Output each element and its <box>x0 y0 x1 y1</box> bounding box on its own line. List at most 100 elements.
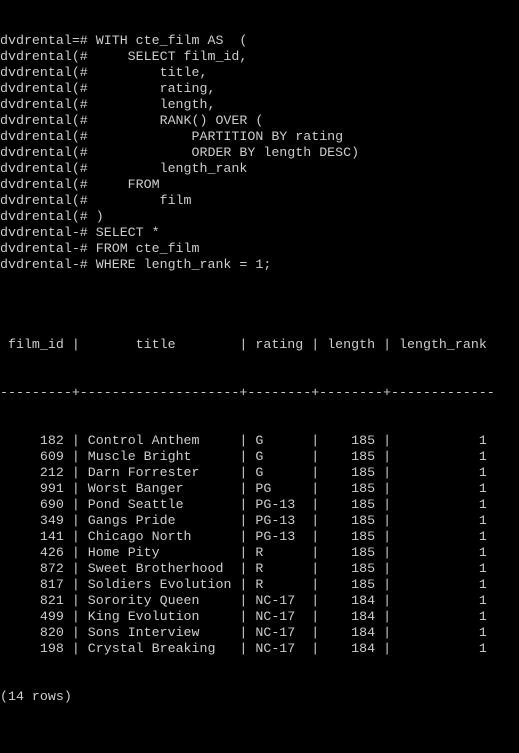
column-header-length: length <box>319 337 384 352</box>
cell-title: King Evolution <box>79 609 240 624</box>
cell-rating: NC-17 <box>247 625 312 640</box>
cell-length-rank: 1 <box>391 449 495 464</box>
psql-prompt: dvdrental(# <box>0 113 96 128</box>
column-divider: | <box>383 577 392 592</box>
column-divider: | <box>71 625 80 640</box>
sql-text: SELECT film_id, <box>95 49 248 64</box>
column-divider: | <box>383 545 392 560</box>
query-line: dvdrental(# length_rank <box>0 161 519 177</box>
cell-length-rank: 1 <box>391 465 495 480</box>
column-divider: | <box>383 609 392 624</box>
cell-length: 184 <box>319 593 384 608</box>
cell-film-id: 821 <box>0 593 72 608</box>
query-line: dvdrental(# ORDER BY length DESC) <box>0 145 519 161</box>
cell-length-rank: 1 <box>391 545 495 560</box>
cell-length-rank: 1 <box>391 577 495 592</box>
sql-text: length_rank <box>95 161 248 176</box>
cell-title: Gangs Pride <box>79 513 240 528</box>
cell-rating: R <box>247 545 312 560</box>
sql-text: WITH cte_film AS ( <box>95 33 248 48</box>
cell-film-id: 349 <box>0 513 72 528</box>
psql-prompt: dvdrental=# <box>0 33 96 48</box>
cell-length: 185 <box>319 497 384 512</box>
column-divider: | <box>71 593 80 608</box>
cell-film-id: 212 <box>0 465 72 480</box>
table-header-row: film_id | title | rating | length | leng… <box>0 337 519 353</box>
query-line: dvdrental-# FROM cte_film <box>0 241 519 257</box>
query-line: dvdrental=# WITH cte_film AS ( <box>0 33 519 49</box>
cell-length-rank: 1 <box>391 561 495 576</box>
table-row: 609 | Muscle Bright | G | 185 | 1 <box>0 449 519 465</box>
cell-film-id: 426 <box>0 545 72 560</box>
cell-rating: PG-13 <box>247 529 312 544</box>
cell-title: Sorority Queen <box>79 593 240 608</box>
column-divider: | <box>71 481 80 496</box>
table-row: 499 | King Evolution | NC-17 | 184 | 1 <box>0 609 519 625</box>
column-divider: | <box>71 337 80 352</box>
query-line: dvdrental(# FROM <box>0 177 519 193</box>
psql-prompt: dvdrental-# <box>0 241 96 256</box>
cell-length: 185 <box>319 465 384 480</box>
psql-prompt: dvdrental(# <box>0 145 96 160</box>
cell-length-rank: 1 <box>391 529 495 544</box>
column-divider: | <box>383 513 392 528</box>
sql-text: FROM <box>95 177 160 192</box>
psql-prompt: dvdrental(# <box>0 177 96 192</box>
column-header-length-rank: length_rank <box>391 337 495 352</box>
column-divider: | <box>383 433 392 448</box>
sql-text: WHERE length_rank = 1; <box>95 257 272 272</box>
query-line: dvdrental-# SELECT * <box>0 225 519 241</box>
column-divider: | <box>71 609 80 624</box>
psql-prompt: dvdrental-# <box>0 225 96 240</box>
cell-length: 184 <box>319 625 384 640</box>
cell-film-id: 872 <box>0 561 72 576</box>
cell-film-id: 141 <box>0 529 72 544</box>
column-divider: | <box>383 449 392 464</box>
sql-text: ORDER BY length DESC) <box>95 145 360 160</box>
table-row: 426 | Home Pity | R | 185 | 1 <box>0 545 519 561</box>
table-row: 817 | Soldiers Evolution | R | 185 | 1 <box>0 577 519 593</box>
sql-query-block: dvdrental=# WITH cte_film AS ( dvdrental(… <box>0 33 519 273</box>
column-divider: | <box>383 641 392 656</box>
table-row: 690 | Pond Seattle | PG-13 | 185 | 1 <box>0 497 519 513</box>
cell-length-rank: 1 <box>391 625 495 640</box>
cell-length: 184 <box>319 609 384 624</box>
cell-length-rank: 1 <box>391 513 495 528</box>
cell-title: Sons Interview <box>79 625 240 640</box>
column-divider: | <box>383 593 392 608</box>
cell-length: 185 <box>319 449 384 464</box>
query-line: dvdrental(# film <box>0 193 519 209</box>
column-divider: | <box>383 337 392 352</box>
column-divider: | <box>383 561 392 576</box>
cell-film-id: 499 <box>0 609 72 624</box>
cell-length: 185 <box>319 561 384 576</box>
column-divider: | <box>71 497 80 512</box>
table-separator: ---------+--------------------+--------+… <box>0 385 495 400</box>
column-divider: | <box>239 593 248 608</box>
cell-title: Home Pity <box>79 545 240 560</box>
cell-length-rank: 1 <box>391 609 495 624</box>
column-divider: | <box>239 577 248 592</box>
cell-title: Chicago North <box>79 529 240 544</box>
terminal-window[interactable]: dvdrental=# WITH cte_film AS ( dvdrental(… <box>0 0 519 704</box>
column-divider: | <box>311 593 320 608</box>
table-row: 182 | Control Anthem | G | 185 | 1 <box>0 433 519 449</box>
cell-title: Sweet Brotherhood <box>79 561 240 576</box>
sql-text: length, <box>95 97 216 112</box>
column-divider: | <box>311 545 320 560</box>
column-divider: | <box>71 449 80 464</box>
cell-film-id: 820 <box>0 625 72 640</box>
column-divider: | <box>71 433 80 448</box>
column-divider: | <box>239 529 248 544</box>
cell-rating: G <box>247 433 312 448</box>
cell-length-rank: 1 <box>391 593 495 608</box>
column-divider: | <box>239 641 248 656</box>
cell-title: Muscle Bright <box>79 449 240 464</box>
psql-prompt: dvdrental(# <box>0 161 96 176</box>
column-divider: | <box>383 497 392 512</box>
sql-text: FROM cte_film <box>95 241 200 256</box>
cell-rating: PG-13 <box>247 497 312 512</box>
psql-prompt: dvdrental(# <box>0 209 96 224</box>
cell-length: 185 <box>319 513 384 528</box>
cell-length: 185 <box>319 433 384 448</box>
